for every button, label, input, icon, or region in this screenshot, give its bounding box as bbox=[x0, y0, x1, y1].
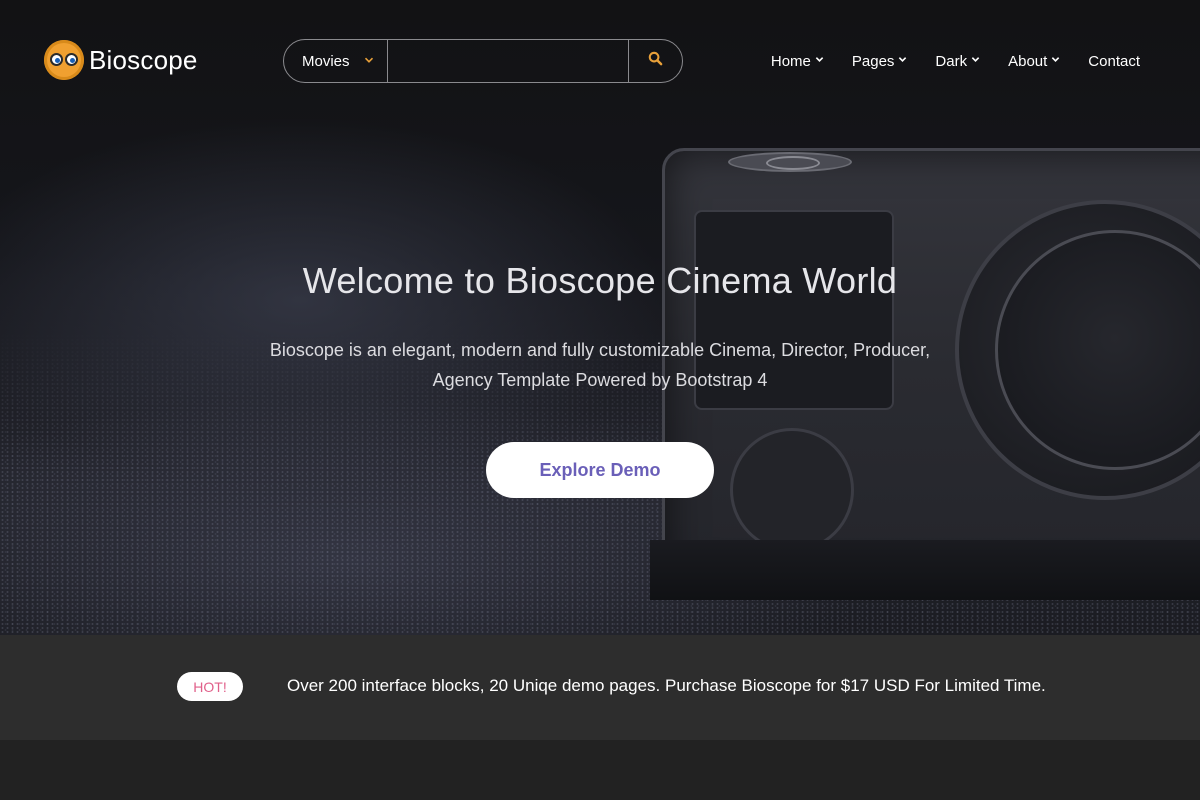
nav-item-label: Contact bbox=[1088, 52, 1140, 70]
nav-item-label: Home bbox=[770, 52, 811, 70]
camera-shutter-image bbox=[728, 152, 852, 172]
promo-text: Over 200 interface blocks, 20 Uniqe demo… bbox=[287, 676, 1046, 695]
chevron-down-icon bbox=[815, 55, 824, 67]
search-input[interactable] bbox=[388, 40, 628, 82]
nav-item-label: Dark bbox=[935, 52, 968, 70]
page-lower-section bbox=[0, 740, 1200, 800]
nav-item-contact[interactable]: Contact bbox=[1088, 50, 1140, 72]
camera-base-shadow bbox=[650, 540, 1200, 600]
brand-logo[interactable]: Bioscope bbox=[44, 40, 198, 80]
hero-subtitle: Bioscope is an elegant, modern and fully… bbox=[230, 335, 970, 395]
chevron-down-icon bbox=[971, 55, 980, 67]
nav-item-dark[interactable]: Dark bbox=[935, 50, 980, 72]
logo-eye-right bbox=[65, 53, 78, 66]
nav-item-pages[interactable]: Pages bbox=[852, 50, 908, 72]
search-button[interactable] bbox=[628, 40, 682, 82]
camera-mode-button-image bbox=[730, 428, 854, 552]
brand-name: Bioscope bbox=[89, 44, 198, 75]
logo-eye-left bbox=[50, 53, 63, 66]
nav-item-home[interactable]: Home bbox=[771, 50, 824, 72]
nav-item-label: About bbox=[1008, 52, 1048, 70]
hero-section bbox=[0, 0, 1200, 635]
search-category-select[interactable]: Movies bbox=[284, 40, 388, 82]
hot-badge: HOT! bbox=[177, 672, 243, 701]
chevron-down-icon bbox=[898, 55, 907, 67]
search-bar: Movies bbox=[283, 39, 683, 83]
owl-eyes-icon bbox=[44, 40, 84, 80]
hero-title: Welcome to Bioscope Cinema World bbox=[302, 260, 898, 301]
nav-item-about[interactable]: About bbox=[1008, 50, 1060, 72]
chevron-down-icon bbox=[364, 53, 374, 68]
search-category-label: Movies bbox=[302, 52, 350, 70]
hero-subtitle-line: Agency Template Powered by Bootstrap 4 bbox=[432, 370, 768, 390]
main-nav: Home Pages Dark About Contact bbox=[743, 50, 1140, 72]
explore-demo-button[interactable]: Explore Demo bbox=[486, 442, 714, 498]
search-icon bbox=[648, 51, 663, 71]
hero-subtitle-line: Bioscope is an elegant, modern and fully… bbox=[269, 340, 931, 360]
nav-item-label: Pages bbox=[851, 52, 895, 70]
chevron-down-icon bbox=[1051, 55, 1060, 67]
